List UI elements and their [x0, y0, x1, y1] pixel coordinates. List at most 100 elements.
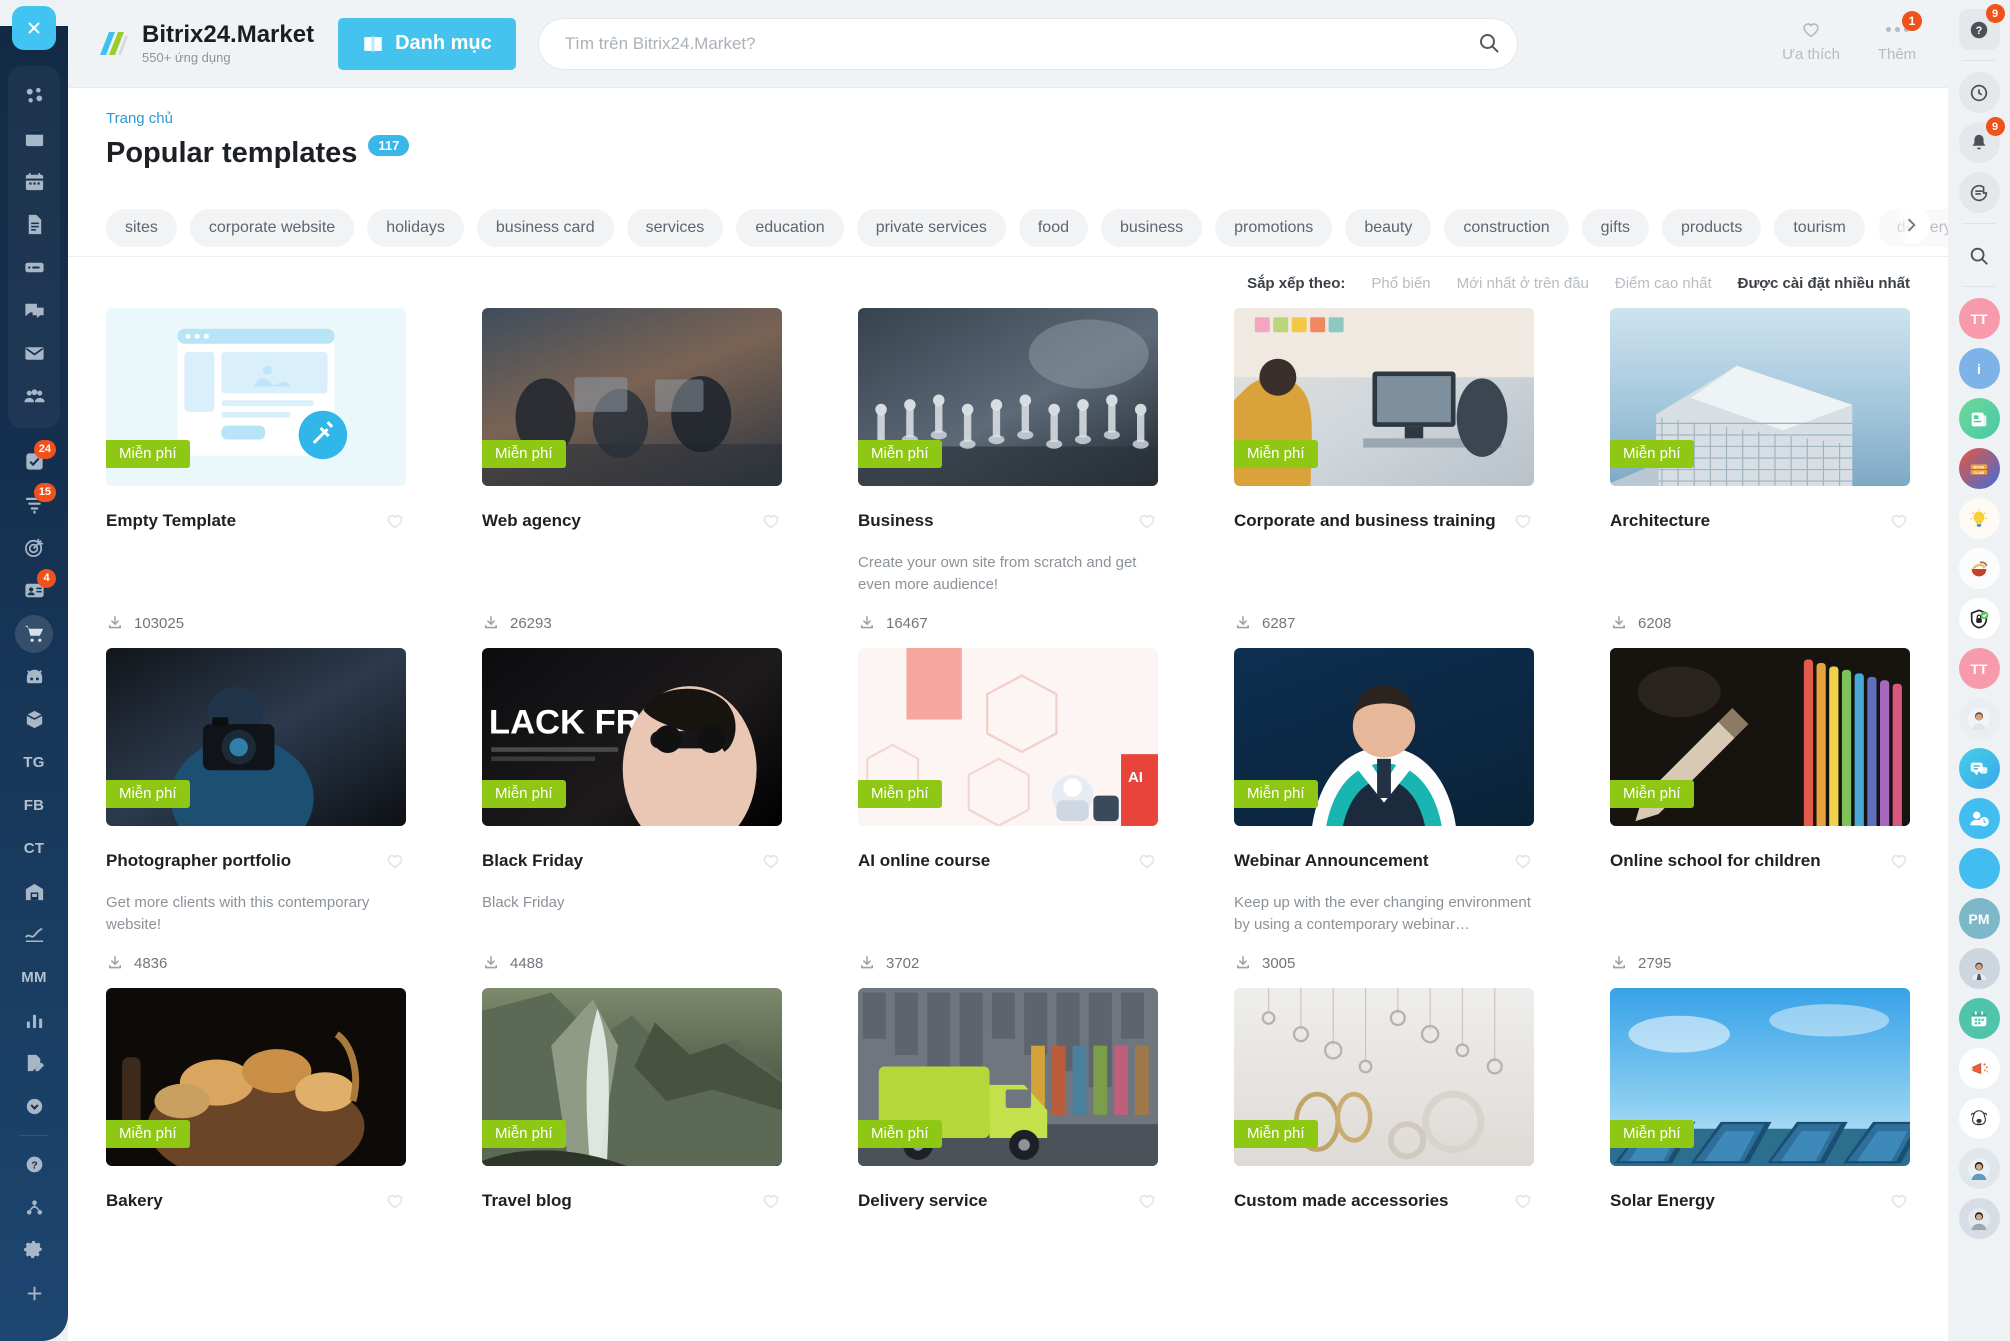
favorite-heart-icon[interactable] [1512, 850, 1534, 876]
sidebar-item-report-edit[interactable] [12, 1042, 56, 1085]
group-icon[interactable] [12, 375, 56, 418]
favorite-heart-icon[interactable] [384, 850, 406, 876]
sidebar-item-bot[interactable] [12, 655, 56, 698]
tag-corporate-website[interactable]: corporate website [189, 209, 355, 247]
tag-gifts[interactable]: gifts [1581, 209, 1649, 247]
feed-icon[interactable] [12, 117, 56, 160]
more-button[interactable]: 1 Thêm [1870, 11, 1924, 63]
avatar-tt-pink-2[interactable]: TT [1958, 648, 2000, 689]
sidebar-item-market[interactable] [12, 612, 56, 655]
calendar-icon[interactable] [12, 160, 56, 203]
sort-option-2[interactable]: Điểm cao nhất [1615, 275, 1712, 292]
sort-option-0[interactable]: Phổ biến [1371, 275, 1430, 292]
sidebar-item-collapse[interactable] [12, 1085, 56, 1128]
sidebar-item-signature[interactable] [12, 913, 56, 956]
template-thumbnail[interactable]: LACK FRIDAY Miễn phí [482, 648, 782, 826]
drive-icon[interactable] [12, 246, 56, 289]
breadcrumb-home[interactable]: Trang chủ [106, 110, 173, 127]
tag-business[interactable]: business [1101, 209, 1203, 247]
mail-icon[interactable] [12, 332, 56, 375]
user-clock-icon-2[interactable] [1958, 848, 2000, 889]
tag-beauty[interactable]: beauty [1345, 209, 1432, 247]
favorite-heart-icon[interactable] [1888, 510, 1910, 536]
sidebar-item-tg[interactable]: TG [12, 741, 56, 784]
template-thumbnail[interactable]: Miễn phí [1610, 988, 1910, 1166]
template-thumbnail[interactable]: Miễn phí [1610, 308, 1910, 486]
chat-icon[interactable] [12, 289, 56, 332]
sidebar-item-warehouse[interactable] [12, 870, 56, 913]
favorite-heart-icon[interactable] [1888, 1190, 1910, 1216]
template-card[interactable]: Miễn phí Custom made accessories [1234, 988, 1534, 1292]
template-thumbnail[interactable]: Miễn phí [482, 988, 782, 1166]
tag-education[interactable]: education [736, 209, 844, 247]
template-card[interactable]: Miễn phí Photographer portfolio Get more… [106, 648, 406, 988]
tag-tourism[interactable]: tourism [1774, 209, 1865, 247]
chevron-right-icon[interactable] [1892, 206, 1930, 244]
chat-messages-icon[interactable] [1958, 172, 2000, 213]
search-icon[interactable] [1959, 235, 2000, 276]
template-thumbnail[interactable]: Miễn phí [482, 308, 782, 486]
tag-promotions[interactable]: promotions [1215, 209, 1333, 247]
template-card[interactable]: Miễn phí Bakery [106, 988, 406, 1292]
idea-bulb-icon[interactable] [1958, 498, 2000, 539]
tag-private-services[interactable]: private services [856, 209, 1006, 247]
template-thumbnail[interactable]: Miễn phí [106, 988, 406, 1166]
template-card[interactable]: AI Miễn phí AI online course 3702 [858, 648, 1158, 988]
template-card[interactable]: Miễn phí Business Create your own site f… [858, 308, 1158, 648]
template-card[interactable]: Miễn phí Webinar Announcement Keep up wi… [1234, 648, 1534, 988]
template-card[interactable]: Miễn phí Web agency 26293 [482, 308, 782, 648]
avatar-person-4[interactable] [1958, 1198, 2000, 1239]
activity-icon[interactable] [1958, 72, 2000, 113]
template-thumbnail[interactable]: Miễn phí [1234, 988, 1534, 1166]
news-icon[interactable] [1958, 398, 2000, 439]
template-thumbnail[interactable]: Miễn phí [106, 308, 406, 486]
favorite-heart-icon[interactable] [1136, 510, 1158, 536]
search-input[interactable] [537, 17, 1518, 70]
sidebar-item-contacts[interactable]: 4 [12, 569, 56, 612]
help-circle-icon[interactable]: ? [12, 1143, 56, 1186]
favorite-heart-icon[interactable] [1888, 850, 1910, 876]
sidebar-item-funnel[interactable]: 15 [12, 483, 56, 526]
calendar-green-icon[interactable] [1958, 998, 2000, 1039]
tag-business-card[interactable]: business card [476, 209, 614, 247]
favorite-heart-icon[interactable] [760, 1190, 782, 1216]
sort-option-3[interactable]: Được cài đặt nhiều nhất [1738, 275, 1910, 292]
sitemap-icon[interactable] [12, 1186, 56, 1229]
avatar-pm[interactable]: PM [1958, 898, 2000, 939]
plus-icon[interactable] [12, 1272, 56, 1315]
template-card[interactable]: LACK FRIDAY Miễn phí Black Friday Black … [482, 648, 782, 988]
favorite-heart-icon[interactable] [1136, 850, 1158, 876]
avatar-tt-pink[interactable]: TT [1958, 298, 2000, 339]
favorite-heart-icon[interactable] [384, 1190, 406, 1216]
tag-filter-row[interactable]: sites corporate website holidays business c… [68, 170, 1948, 256]
sort-option-1[interactable]: Mới nhất ở trên đầu [1457, 275, 1589, 292]
bitrix-logo-icon[interactable] [96, 27, 130, 61]
user-clock-icon[interactable] [1958, 798, 2000, 839]
template-thumbnail[interactable]: Miễn phí [1234, 648, 1534, 826]
document-icon[interactable] [12, 203, 56, 246]
template-thumbnail[interactable]: Miễn phí [858, 988, 1158, 1166]
sidebar-item-mm[interactable]: MM [12, 956, 56, 999]
favorite-heart-icon[interactable] [760, 850, 782, 876]
template-thumbnail[interactable]: Miễn phí [1610, 648, 1910, 826]
favorites-button[interactable]: Ưa thích [1782, 18, 1840, 63]
tag-construction[interactable]: construction [1444, 209, 1569, 247]
noodles-icon[interactable] [1958, 548, 2000, 589]
search-icon[interactable] [1476, 31, 1502, 57]
template-card[interactable]: Miễn phí Travel blog [482, 988, 782, 1292]
avatar-person-1[interactable] [1958, 698, 2000, 739]
tag-food[interactable]: food [1018, 209, 1088, 247]
megaphone-icon[interactable] [1958, 1048, 2000, 1089]
info-icon[interactable]: i [1958, 348, 2000, 389]
tag-sites[interactable]: sites [106, 209, 177, 247]
network-icon[interactable] [12, 74, 56, 117]
avatar-person-3[interactable] [1958, 1148, 2000, 1189]
tag-products[interactable]: products [1661, 209, 1762, 247]
favorite-heart-icon[interactable] [1136, 1190, 1158, 1216]
template-card[interactable]: Miễn phí Empty Template 103025 [106, 308, 406, 648]
catalog-button[interactable]: Danh mục [338, 17, 516, 70]
tag-services[interactable]: services [626, 209, 724, 247]
favorite-heart-icon[interactable] [384, 510, 406, 536]
tag-holidays[interactable]: holidays [367, 209, 464, 247]
favorite-heart-icon[interactable] [1512, 510, 1534, 536]
